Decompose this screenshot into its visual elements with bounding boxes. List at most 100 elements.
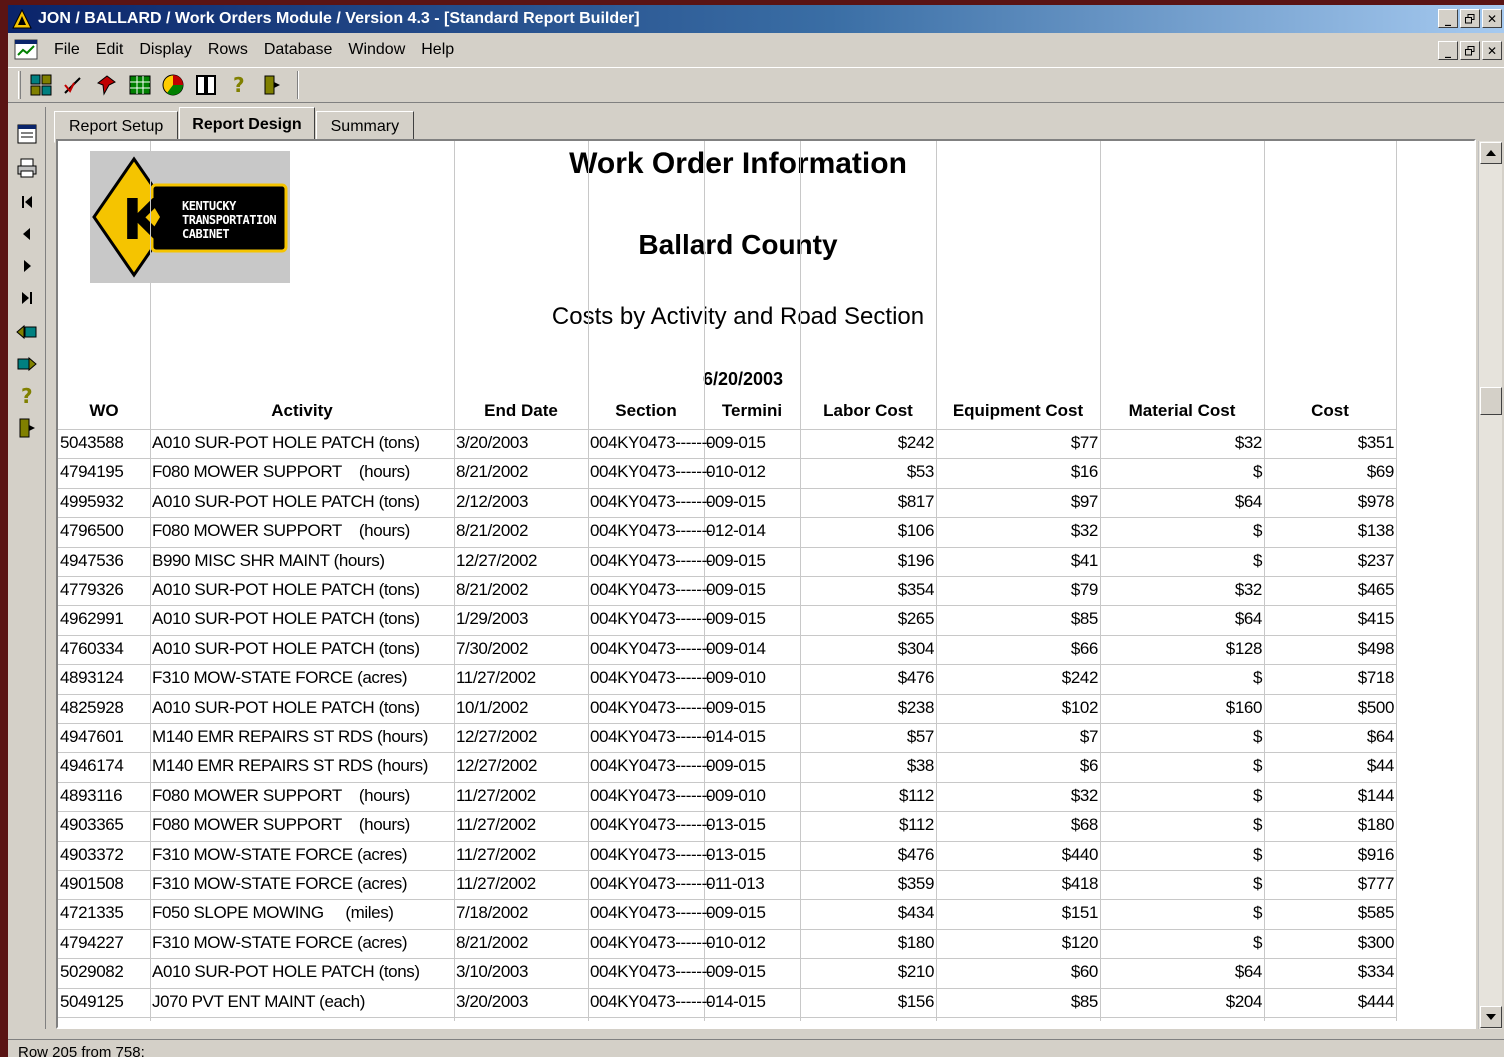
grid-button[interactable] xyxy=(27,71,55,99)
document-icon[interactable] xyxy=(14,39,40,61)
vertical-scrollbar[interactable] xyxy=(1478,141,1502,1029)
next-record-button[interactable] xyxy=(13,253,41,279)
cell-section: 004KY0473------- xyxy=(590,874,713,893)
table-button[interactable] xyxy=(126,71,154,99)
minimize-button[interactable]: _ xyxy=(1438,9,1458,28)
previous-record-button[interactable] xyxy=(13,221,41,247)
child-restore-button[interactable] xyxy=(1460,41,1480,60)
side-exit-button[interactable] xyxy=(13,415,41,441)
cell-material-cost: $128 xyxy=(1225,638,1263,658)
table-row[interactable]: 5043588 A010 SUR-POT HOLE PATCH (tons) 3/2… xyxy=(58,429,1398,458)
child-close-button[interactable]: ✕ xyxy=(1482,41,1502,60)
table-row[interactable]: 4893124 F310 MOW-STATE FORCE (acres) 11/27… xyxy=(58,664,1398,693)
table-row[interactable]: 4760334 A010 SUR-POT HOLE PATCH (tons) 7/3… xyxy=(58,635,1398,664)
cell-activity: F080 MOWER SUPPORT (hours) xyxy=(152,521,410,541)
cell-activity: A010 SUR-POT HOLE PATCH (tons) xyxy=(152,697,420,717)
cell-activity: A010 SUR-POT HOLE PATCH (tons) xyxy=(152,433,420,452)
last-record-button[interactable] xyxy=(13,285,41,311)
table-row[interactable]: 4794227 F310 MOW-STATE FORCE (acres) 8/21/… xyxy=(58,929,1398,958)
table-row[interactable]: 4796500 F080 MOWER SUPPORT (hours) 8/21/20… xyxy=(58,517,1398,546)
cell-wo: 4946174 xyxy=(60,756,124,776)
child-minimize-button[interactable]: _ xyxy=(1438,41,1458,60)
toolbar-grip[interactable] xyxy=(18,71,21,99)
cell-labor-cost: $57 xyxy=(906,727,935,746)
cell-labor-cost: $817 xyxy=(897,491,935,511)
menu-database[interactable]: Database xyxy=(256,41,341,59)
table-row[interactable]: 4903365 F080 MOWER SUPPORT (hours) 11/27/2… xyxy=(58,811,1398,840)
cell-cost: $180 xyxy=(1357,815,1395,835)
menu-help[interactable]: Help xyxy=(413,41,462,59)
cell-section: 004KY0473------- xyxy=(590,462,713,482)
pin-button[interactable] xyxy=(93,71,121,99)
menu-edit[interactable]: Edit xyxy=(88,41,132,59)
scroll-up-button[interactable] xyxy=(1480,142,1502,164)
cell-material-cost: $ xyxy=(1252,521,1262,541)
column-header-labor-cost: Labor Cost xyxy=(823,401,913,420)
toolbar-separator xyxy=(297,71,299,99)
table-row[interactable]: 5049125 J070 PVT ENT MAINT (each) 3/20/200… xyxy=(58,988,1398,1017)
table-row[interactable]: 4901508 F310 MOW-STATE FORCE (acres) 11/27… xyxy=(58,870,1398,899)
cell-wo: 4779326 xyxy=(60,580,124,599)
menu-file[interactable]: File xyxy=(46,41,88,59)
table-row[interactable]: 4779326 A010 SUR-POT HOLE PATCH (tons) 8/2… xyxy=(58,576,1398,605)
edit-button[interactable] xyxy=(60,71,88,99)
menu-display[interactable]: Display xyxy=(131,41,199,59)
cell-labor-cost: $265 xyxy=(897,609,935,629)
first-record-button[interactable] xyxy=(13,189,41,215)
table-row[interactable]: 5029082 A010 SUR-POT HOLE PATCH (tons) 3/1… xyxy=(58,958,1398,987)
cell-activity: F310 MOW-STATE FORCE (acres) xyxy=(152,874,408,893)
table-row[interactable]: 4947536 B990 MISC SHR MAINT (hours) 12/27/… xyxy=(58,547,1398,576)
cell-activity: F080 MOWER SUPPORT (hours) xyxy=(152,462,410,482)
close-button[interactable]: ✕ xyxy=(1482,9,1502,28)
cell-cost: $144 xyxy=(1357,785,1395,805)
table-row[interactable]: 4947601 M140 EMR REPAIRS ST RDS (hours) 12… xyxy=(58,723,1398,752)
table-row[interactable]: 4962991 A010 SUR-POT HOLE PATCH (tons) 1/2… xyxy=(58,605,1398,634)
columns-button[interactable] xyxy=(192,71,220,99)
menu-rows[interactable]: Rows xyxy=(200,41,256,59)
chart-button[interactable] xyxy=(159,71,187,99)
report-button[interactable] xyxy=(13,121,41,147)
scroll-down-button[interactable] xyxy=(1480,1006,1502,1028)
cell-wo: 4901508 xyxy=(60,874,124,893)
print-button[interactable] xyxy=(13,155,41,181)
forward-button[interactable] xyxy=(13,351,41,377)
table-row[interactable]: 4903372 F310 MOW-STATE FORCE (acres) 11/27… xyxy=(58,841,1398,870)
cell-termini: 010-012 xyxy=(706,932,766,952)
cell-material-cost: $ xyxy=(1252,932,1262,952)
cell-cost: $69 xyxy=(1366,462,1395,482)
table-row[interactable]: 4946174 M140 EMR REPAIRS ST RDS (hours) 12… xyxy=(58,752,1398,781)
cell-wo: 4995932 xyxy=(60,491,124,511)
cell-cost: $978 xyxy=(1357,491,1395,511)
cell-labor-cost: $53 xyxy=(906,462,935,482)
table-row[interactable]: 4794195 F080 MOWER SUPPORT (hours) 8/21/20… xyxy=(58,458,1398,487)
back-button[interactable] xyxy=(13,319,41,345)
cell-termini: 009-015 xyxy=(706,550,766,570)
svg-text:?: ? xyxy=(21,384,33,408)
cell-end-date: 12/27/2002 xyxy=(456,550,538,570)
exit-button[interactable] xyxy=(258,71,286,99)
scroll-thumb[interactable] xyxy=(1480,387,1502,415)
cell-section: 004KY0473------- xyxy=(590,785,713,805)
cell-labor-cost: $180 xyxy=(897,932,935,952)
cell-labor-cost: $354 xyxy=(897,580,935,599)
cell-cost: $916 xyxy=(1357,844,1395,864)
cell-activity: F080 MOWER SUPPORT (hours) xyxy=(152,785,410,805)
table-row[interactable]: 4825928 A010 SUR-POT HOLE PATCH (tons) 10/… xyxy=(58,694,1398,723)
cell-labor-cost: $476 xyxy=(897,668,935,688)
exit-icon xyxy=(19,418,35,438)
table-row[interactable]: 4721335 F050 SLOPE MOWING (miles) 7/18/200… xyxy=(58,899,1398,928)
menu-bar: File Edit Display Rows Database Window H… xyxy=(8,35,1504,65)
table-row[interactable]: 4995932 A010 SUR-POT HOLE PATCH (tons) 2/1… xyxy=(58,488,1398,517)
restore-button[interactable] xyxy=(1460,9,1480,28)
report-subtitle: Costs by Activity and Road Section xyxy=(551,303,925,330)
cell-activity: J070 PVT ENT MAINT (each) xyxy=(152,991,365,1011)
tab-report-design[interactable]: Report Design xyxy=(179,107,315,143)
cell-equipment-cost: $85 xyxy=(1070,991,1099,1011)
cell-equipment-cost: $97 xyxy=(1070,491,1099,511)
help-button[interactable]: ? xyxy=(225,71,253,99)
menu-window[interactable]: Window xyxy=(340,41,413,59)
cell-labor-cost: $112 xyxy=(899,815,934,835)
side-help-button[interactable]: ? xyxy=(13,383,41,409)
first-icon xyxy=(22,196,32,208)
table-row[interactable]: 4893116 F080 MOWER SUPPORT (hours) 11/27/2… xyxy=(58,782,1398,811)
